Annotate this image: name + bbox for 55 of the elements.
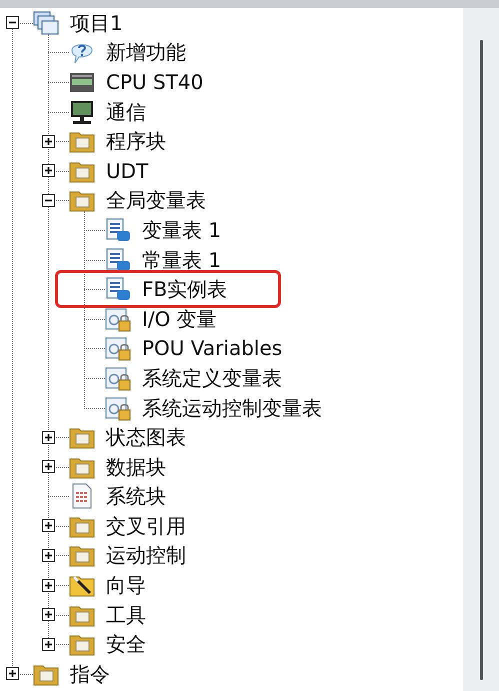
expand-button[interactable] <box>42 430 55 444</box>
plus-icon <box>8 669 17 678</box>
locked-table-icon <box>105 364 131 391</box>
expand-button[interactable] <box>42 519 55 532</box>
plus-icon <box>44 136 53 146</box>
tree-item-label[interactable]: FB实例表 <box>142 279 228 300</box>
plus-icon <box>44 521 53 530</box>
tree-item-label[interactable]: POU Variables <box>142 338 282 358</box>
plus-icon <box>44 640 53 649</box>
tree-item-label[interactable]: 交叉引用 <box>106 516 186 536</box>
table-icon <box>105 276 131 302</box>
scrollbar[interactable] <box>480 40 482 680</box>
expand-button[interactable] <box>42 548 55 562</box>
collapse-button[interactable] <box>42 194 55 207</box>
expand-button[interactable] <box>42 638 55 651</box>
collapse-button[interactable] <box>6 16 19 30</box>
expand-button[interactable] <box>42 460 55 474</box>
table-icon <box>105 246 131 273</box>
monitor-icon <box>69 98 95 125</box>
tree-item-label[interactable]: 通信 <box>106 102 146 122</box>
tree-item-label[interactable]: 新增功能 <box>106 42 186 62</box>
locked-table-icon <box>105 394 131 421</box>
expand-button[interactable] <box>42 164 55 178</box>
locked-table-icon <box>105 306 131 332</box>
expand-button[interactable] <box>42 578 55 592</box>
tree-item-label[interactable]: 运动控制 <box>106 545 186 566</box>
plus-icon <box>44 432 53 442</box>
tree-item-label[interactable]: 数据块 <box>106 456 166 477</box>
plus-icon <box>44 462 53 472</box>
tree-item-label[interactable]: 变量表 1 <box>142 220 222 240</box>
table-icon <box>105 216 131 243</box>
tree-item-label[interactable]: UDT <box>106 160 148 181</box>
tree-item-label[interactable]: 安全 <box>106 634 146 654</box>
tree-item-label[interactable]: 向导 <box>106 575 146 596</box>
tree-item-label[interactable]: 工具 <box>106 604 146 625</box>
tree-item-label[interactable]: 状态图表 <box>106 427 186 448</box>
tree-item-label[interactable]: 常量表 1 <box>142 250 222 270</box>
tree-item-label[interactable]: 全局变量表 <box>106 190 206 210</box>
plus-icon <box>44 166 53 176</box>
tree-item-label[interactable]: 系统定义变量表 <box>142 368 282 388</box>
expand-button[interactable] <box>42 608 55 622</box>
project-icon <box>33 10 59 36</box>
tree-item-label[interactable]: 程序块 <box>106 131 166 152</box>
tree-item-label[interactable]: 指令 <box>70 664 110 684</box>
tree-item-label[interactable]: 系统块 <box>106 486 166 506</box>
expand-button[interactable] <box>42 134 55 148</box>
plus-icon <box>44 550 53 560</box>
tree-item-label[interactable]: 项目1 <box>70 12 123 33</box>
expand-button[interactable] <box>6 667 19 680</box>
tree-item-label[interactable]: 系统运动控制变量表 <box>142 398 322 418</box>
tree-item-label[interactable]: I/O 变量 <box>142 308 217 329</box>
tree-item-label[interactable]: CPU ST40 <box>106 72 204 92</box>
locked-table-icon <box>105 335 131 362</box>
plus-icon <box>44 580 53 590</box>
plus-icon <box>44 610 53 620</box>
